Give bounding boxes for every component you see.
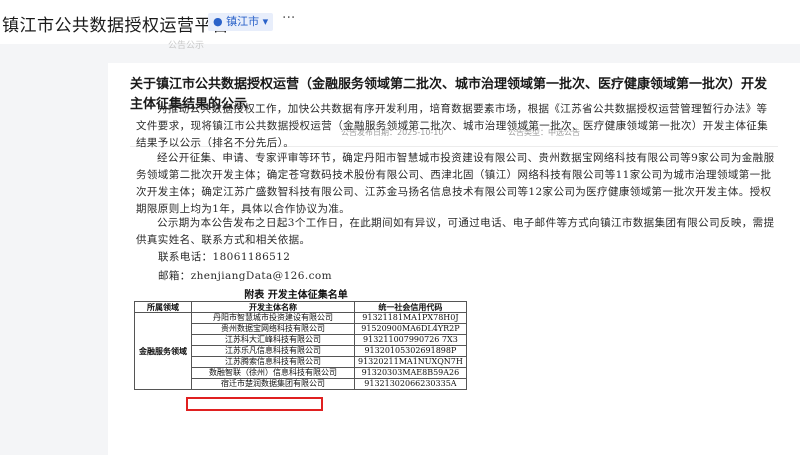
credit-code: 913211007990726 7X3 <box>354 334 467 346</box>
credit-code: 91520900MA6DL4YR2P <box>354 323 467 335</box>
table-row: 金融服务领域 丹阳市智慧城市投资建设有限公司 91321181MA1PX78H0… <box>134 312 467 390</box>
table-header-row: 所属领域 开发主体名称 统一社会信用代码 <box>134 301 467 313</box>
annex-table: 所属领域 开发主体名称 统一社会信用代码 金融服务领域 丹阳市智慧城市投资建设有… <box>134 301 467 390</box>
header-domain: 所属领域 <box>134 301 192 313</box>
credit-code: 91321302066230335A <box>354 378 467 390</box>
contact-phone: 联系电话：18061186512 <box>158 251 291 263</box>
company-name: 宿迁市楚润数据集团有限公司 <box>191 378 355 390</box>
credit-code: 91320211MA1NUXQN7H <box>354 356 467 368</box>
annex-title: 附表 开发主体征集名单 <box>244 290 348 301</box>
header-code: 统一社会信用代码 <box>354 301 467 313</box>
location-pin-icon: ● <box>213 15 223 28</box>
contact-email: 邮箱：zhenjiangData@126.com <box>158 270 332 282</box>
highlight-box <box>186 397 323 411</box>
breadcrumb[interactable]: 公告公示 <box>168 38 204 51</box>
company-name: 丹阳市智慧城市投资建设有限公司 <box>191 312 355 324</box>
city-label: 镇江市 <box>226 15 260 28</box>
company-name: 江苏科大汇峰科技有限公司 <box>191 334 355 346</box>
site-title[interactable]: 镇江市公共数据授权运营平台 <box>2 11 230 36</box>
paragraph-objection: 公示期为本公告发布之日起3个工作日，在此期间如有异议，可通过电话、电子邮件等方式… <box>136 217 775 246</box>
credit-code: 91321181MA1PX78H0J <box>354 312 467 324</box>
caret-down-icon: ▾ <box>262 15 269 28</box>
paragraph-results: 经公开征集、申请、专家评审等环节，确定丹阳市智慧城市投资建设有限公司、贵州数据宝… <box>136 152 775 215</box>
company-name: 江苏腾索信息科技有限公司 <box>191 356 355 368</box>
credit-code: 91320303MAE8B59A26 <box>354 367 467 379</box>
top-bar: 镇江市公共数据授权运营平台 ● 镇江市 ▾ ··· 公告公示 <box>0 0 800 51</box>
city-selector[interactable]: ● 镇江市 ▾ <box>208 13 274 31</box>
company-name: 江苏乐凡信息科技有限公司 <box>191 345 355 357</box>
left-gutter <box>0 44 108 455</box>
more-button[interactable]: ··· <box>282 10 295 26</box>
company-name: 贵州数据宝网络科技有限公司 <box>191 323 355 335</box>
domain-cell: 金融服务领域 <box>134 312 192 390</box>
paragraph-intro: 为推动公共数据授权工作，加快公共数据有序开发利用，培育数据要素市场，根据《江苏省… <box>136 103 769 149</box>
credit-code: 91320105302691898P <box>354 345 467 357</box>
company-name: 数融智联（徐州）信息科技有限公司 <box>191 367 355 379</box>
header-name: 开发主体名称 <box>191 301 355 313</box>
